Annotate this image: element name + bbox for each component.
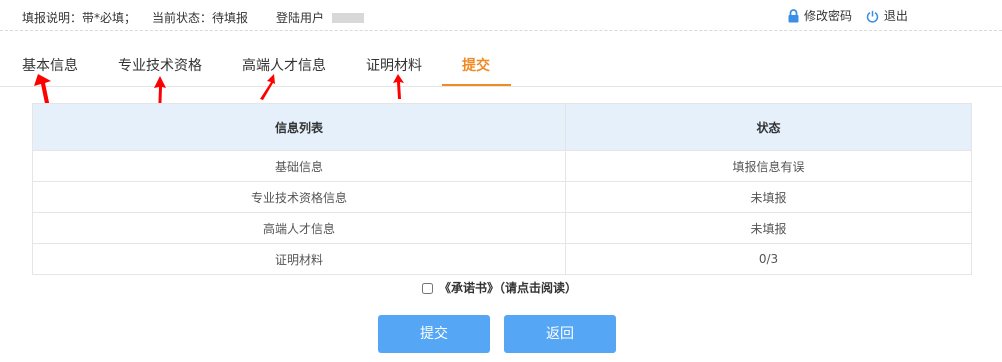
lock-icon xyxy=(788,9,799,23)
fill-instructions: 填报说明：带*必填； xyxy=(22,11,137,25)
logout-label: 退出 xyxy=(883,9,908,23)
row-item-name: 高端人才信息 xyxy=(32,212,566,244)
table-row: 高端人才信息 未填报 xyxy=(32,212,972,244)
row-item-status: 未填报 xyxy=(565,212,972,244)
change-password-label: 修改密码 xyxy=(804,9,853,23)
row-item-status: 0/3 xyxy=(565,243,972,275)
column-header-info-list: 信息列表 xyxy=(32,103,566,151)
table-row: 专业技术资格信息 未填报 xyxy=(32,181,972,213)
change-password-link[interactable]: 修改密码 xyxy=(788,7,852,24)
row-item-status: 填报信息有误 xyxy=(565,150,972,182)
agreement-checkbox[interactable] xyxy=(422,283,433,294)
header-info: 填报说明：带*必填； 当前状态：待填报 登陆用户 xyxy=(22,9,365,26)
back-button[interactable]: 返回 xyxy=(504,315,616,353)
table-header-row: 信息列表 状态 xyxy=(32,103,972,151)
header-actions: 修改密码 退出 xyxy=(788,7,908,24)
row-item-name: 专业技术资格信息 xyxy=(32,181,566,213)
power-icon xyxy=(866,10,879,23)
tab-professional-qualification[interactable]: 专业技术资格 xyxy=(118,55,202,75)
tab-high-end-talent[interactable]: 高端人才信息 xyxy=(242,55,326,75)
active-tab-indicator xyxy=(442,84,511,86)
table-row: 证明材料 0/3 xyxy=(32,243,972,275)
commitment-letter-link[interactable]: 《承诺书》 xyxy=(439,281,499,295)
table-row: 基础信息 填报信息有误 xyxy=(32,150,972,182)
info-table-container: 信息列表 状态 基础信息 填报信息有误 专业技术资格信息 未填报 高端人才信息 … xyxy=(32,103,972,275)
masked-username xyxy=(332,13,365,23)
agreement-row: 《承诺书》（请点击阅读） xyxy=(422,279,577,296)
tab-supporting-materials[interactable]: 证明材料 xyxy=(366,55,422,75)
tab-submit[interactable]: 提交 xyxy=(462,55,490,75)
row-item-status: 未填报 xyxy=(565,181,972,213)
user-label: 登陆用户 xyxy=(276,11,325,25)
current-status: 当前状态：待填报 xyxy=(152,11,249,25)
annotation-arrow-icon xyxy=(393,74,404,99)
annotation-arrow-icon xyxy=(260,74,275,100)
row-item-name: 基础信息 xyxy=(32,150,566,182)
agreement-hint: （请点击阅读） xyxy=(499,281,578,295)
logout-link[interactable]: 退出 xyxy=(866,7,908,24)
row-item-name: 证明材料 xyxy=(32,243,566,275)
info-table: 信息列表 状态 基础信息 填报信息有误 专业技术资格信息 未填报 高端人才信息 … xyxy=(32,103,972,275)
column-header-status: 状态 xyxy=(565,103,972,151)
top-bar: 填报说明：带*必填； 当前状态：待填报 登陆用户 修改密码 退出 xyxy=(0,0,1002,31)
submit-button[interactable]: 提交 xyxy=(378,315,490,353)
tab-basic-info[interactable]: 基本信息 xyxy=(22,55,78,75)
